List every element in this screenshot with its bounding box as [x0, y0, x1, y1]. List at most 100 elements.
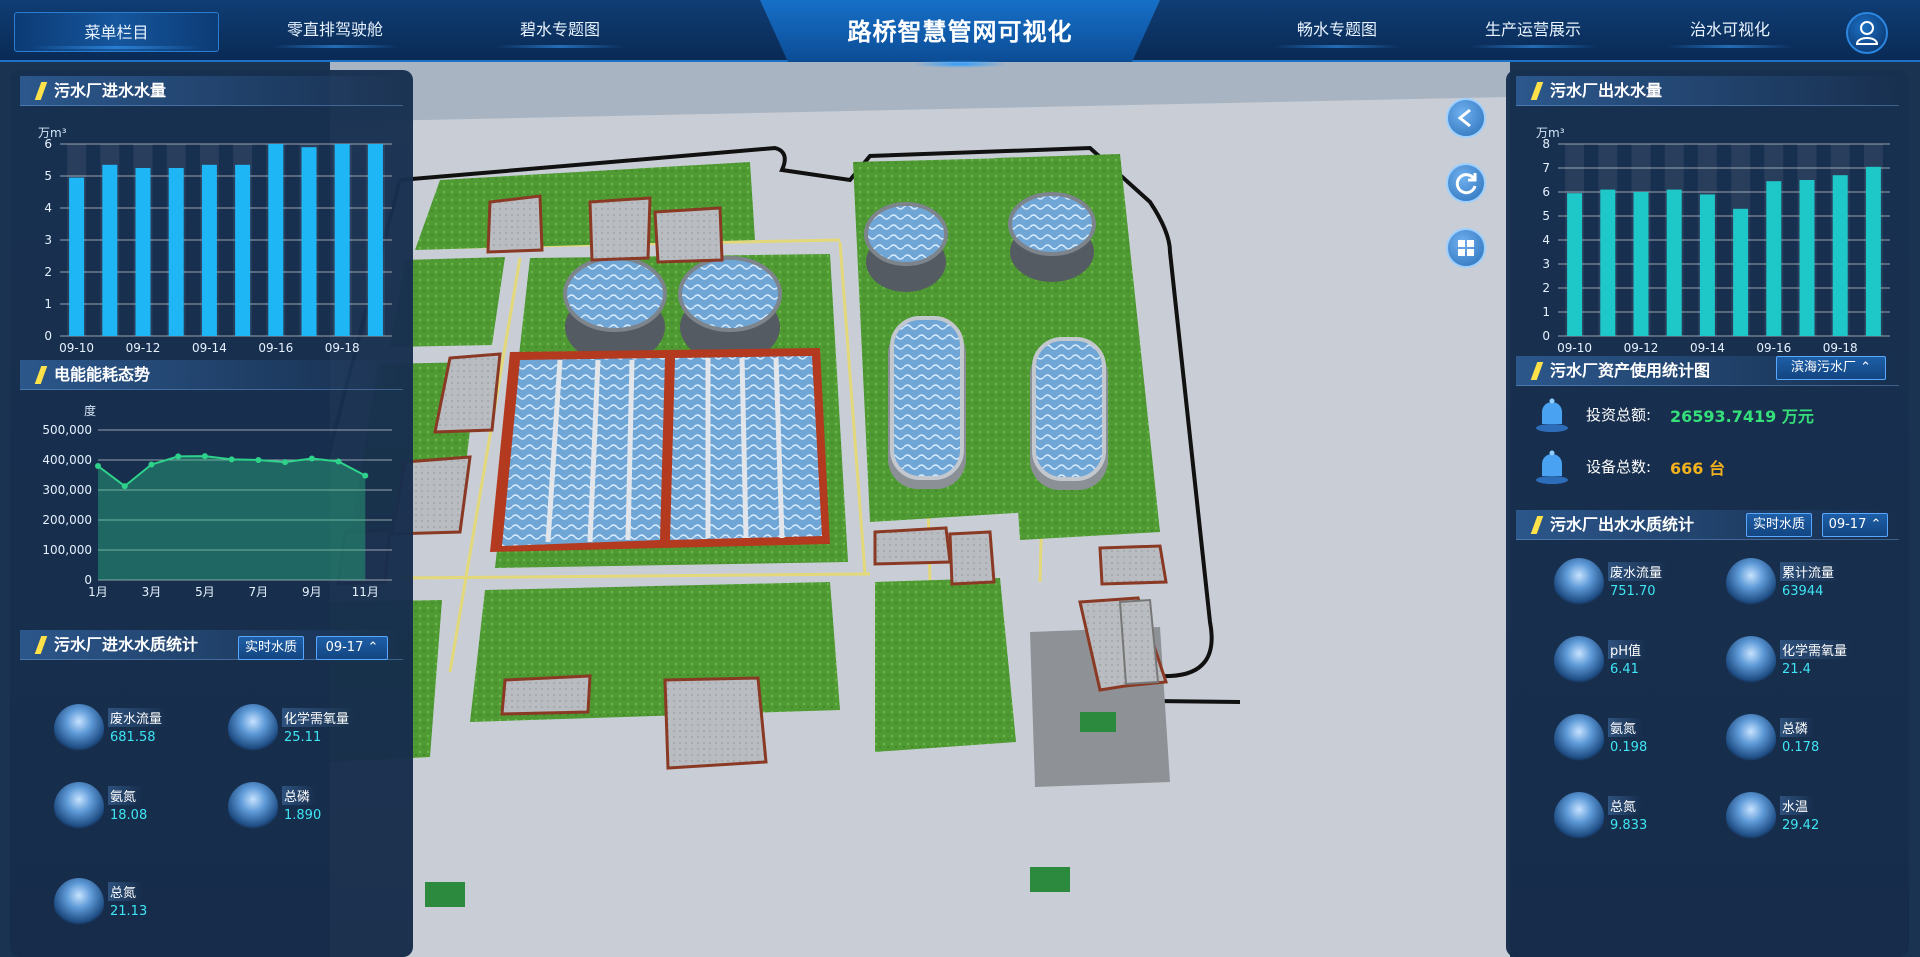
y-tick-label: 200,000 [42, 513, 92, 527]
bar [201, 164, 217, 336]
y-tick-label: 0 [1542, 329, 1550, 343]
x-tick-label: 09-18 [1823, 341, 1858, 355]
chevron-up-icon: ⌃ [1860, 360, 1872, 375]
x-tick-label: 5月 [195, 585, 215, 599]
map-refresh-button[interactable] [1446, 163, 1486, 203]
outflow-volume-title: 污水厂出水水量 [1516, 76, 1899, 106]
tab-production-operations[interactable]: 生产运营展示 [1458, 10, 1608, 50]
metric-value: 29.42 [1782, 818, 1820, 833]
inflow-date-value: 09-17 [325, 640, 364, 655]
bar [135, 168, 151, 336]
bar [102, 164, 118, 336]
inflow-metric-cod: 化学需氧量 25.11 [224, 698, 399, 758]
page-title: 路桥智慧管网可视化 [847, 18, 1073, 46]
user-button[interactable] [1846, 12, 1888, 54]
metric-orb-icon [50, 776, 112, 832]
x-tick-label: 7月 [249, 585, 269, 599]
metric-label: 总氮 [108, 882, 143, 901]
data-point [121, 483, 128, 490]
inflow-metric-total-phosphorus: 总磷 1.890 [224, 776, 399, 836]
x-tick-label: 1月 [88, 585, 108, 599]
energy-unit: 度 [84, 404, 97, 418]
y-tick-label: 5 [1542, 209, 1550, 223]
back-icon [1457, 108, 1471, 128]
inflow-date-select[interactable]: 09-17 ⌃ [316, 636, 388, 660]
bar [1633, 192, 1649, 336]
outflow-metric-wastewater-flow: 废水流量 751.70 [1550, 552, 1725, 612]
metric-label: 水温 [1780, 796, 1815, 815]
refresh-icon [1455, 173, 1477, 195]
user-icon [1855, 21, 1879, 45]
metric-label: 废水流量 [1608, 562, 1669, 581]
metric-orb-icon [224, 698, 286, 754]
y-tick-label: 8 [1542, 137, 1550, 151]
menu-button[interactable]: 菜单栏目 [14, 12, 219, 52]
metric-orb-icon [50, 698, 112, 754]
data-point [228, 456, 235, 463]
metric-label: 化学需氧量 [282, 708, 356, 727]
bar [367, 144, 383, 336]
y-tick-label: 5 [44, 169, 52, 183]
metric-value: 0.178 [1782, 740, 1820, 755]
bar [1865, 166, 1881, 336]
energy-trend-chart: 0100,000200,000300,000400,000500,0001月 3月… [42, 423, 392, 599]
data-point [201, 453, 208, 460]
bar [69, 177, 85, 336]
chevron-up-icon: ⌃ [1870, 517, 1882, 532]
x-tick-label: 09-12 [126, 341, 161, 355]
metric-orb-icon [1550, 708, 1612, 764]
asset-investment-row: 投资总额: 26593.7419 万元 [1534, 394, 1894, 434]
x-tick-label: 09-16 [258, 341, 293, 355]
map-back-button[interactable] [1446, 98, 1486, 138]
data-point [335, 458, 342, 465]
y-tick-label: 400,000 [42, 453, 92, 467]
y-tick-label: 3 [1542, 257, 1550, 271]
outflow-metric-cumulative-flow: 累计流量 63944 [1722, 552, 1897, 612]
metric-label: 总氮 [1608, 796, 1643, 815]
metric-orb-icon [1722, 786, 1784, 842]
bar [1832, 175, 1848, 336]
outflow-date-value: 09-17 [1828, 517, 1867, 532]
metric-orb-icon [1722, 552, 1784, 608]
inflow-volume-chart: 0 1 2 3 4 5 6 09-10 09-12 09-14 09-16 09-18 [44, 137, 392, 355]
inflow-metric-wastewater-flow: 废水流量 681.58 [50, 698, 225, 758]
y-tick-label: 1 [44, 297, 52, 311]
outflow-metric-cod: 化学需氧量 21.4 [1722, 630, 1897, 690]
x-tick-label: 09-10 [59, 341, 94, 355]
x-tick-label: 11月 [352, 585, 379, 599]
map-layers-button[interactable] [1446, 228, 1486, 268]
outflow-metric-total-phosphorus: 总磷 0.178 [1722, 708, 1897, 768]
inflow-realtime-quality-button[interactable]: 实时水质 [238, 636, 304, 660]
tab-water-governance-visualization[interactable]: 治水可视化 [1655, 10, 1805, 50]
y-tick-label: 500,000 [42, 423, 92, 437]
x-tick-label: 09-12 [1624, 341, 1659, 355]
bar [1600, 189, 1616, 336]
bar [1567, 193, 1583, 336]
asset-value: 26593.7419 万元 [1670, 407, 1814, 426]
tab-clear-water-map[interactable]: 碧水专题图 [485, 10, 635, 50]
tab-smooth-water-map[interactable]: 畅水专题图 [1262, 10, 1412, 50]
outflow-metric-total-nitrogen: 总氮 9.833 [1550, 786, 1725, 846]
metric-value: 6.41 [1610, 662, 1639, 677]
metric-orb-icon [50, 872, 112, 928]
outflow-date-select[interactable]: 09-17 ⌃ [1822, 513, 1888, 537]
metric-value: 0.198 [1610, 740, 1648, 755]
metric-label: 总磷 [1780, 718, 1815, 737]
metric-orb-icon [1550, 786, 1612, 842]
outflow-realtime-quality-button[interactable]: 实时水质 [1746, 513, 1812, 537]
plant-3d-map[interactable] [330, 62, 1510, 957]
plant-select[interactable]: 滨海污水厂 ⌃ [1776, 356, 1886, 380]
y-tick-label: 4 [44, 201, 52, 215]
y-tick-label: 4 [1542, 233, 1550, 247]
outflow-metric-ammonia: 氨氮 0.198 [1550, 708, 1725, 768]
y-tick-label: 300,000 [42, 483, 92, 497]
tab-zero-discharge-cockpit[interactable]: 零直排驾驶舱 [260, 10, 410, 50]
x-tick-label: 09-10 [1557, 341, 1592, 355]
metric-value: 63944 [1782, 584, 1824, 599]
data-point [148, 461, 155, 468]
asset-value: 666 台 [1670, 459, 1725, 478]
metric-label: 总磷 [282, 786, 317, 805]
metric-value: 25.11 [284, 730, 322, 745]
inflow-metric-ammonia: 氨氮 18.08 [50, 776, 225, 836]
bar [1733, 208, 1749, 336]
